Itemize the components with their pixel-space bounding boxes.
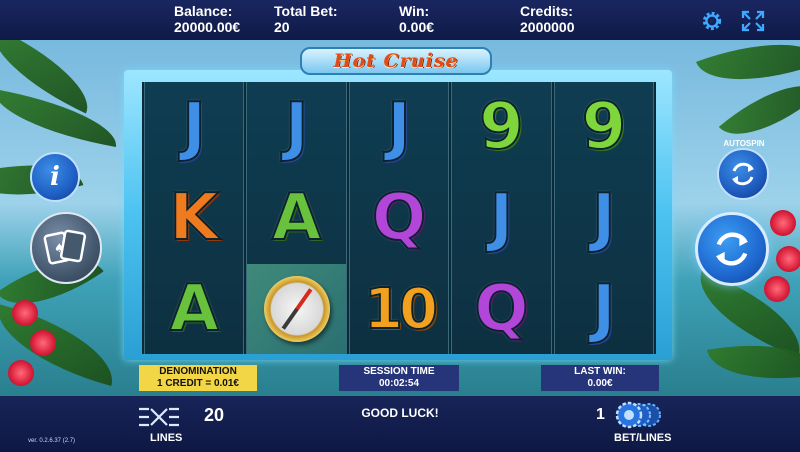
last-win-value: 0.00€ — [587, 378, 613, 389]
info-icon: i — [50, 162, 60, 192]
reel-symbol: Q — [371, 180, 427, 256]
reel-4: 9 J Q — [451, 82, 552, 354]
bet-lines-label: BET/LINES — [614, 432, 672, 444]
lines-label: LINES — [150, 432, 183, 444]
autospin-button[interactable] — [717, 148, 769, 200]
status-message: GOOD LUCK! — [361, 406, 439, 420]
reel-3: J Q 10 — [348, 82, 450, 354]
reel-symbol: J — [181, 89, 207, 165]
total-bet-stat: Total Bet: 20 — [274, 3, 338, 35]
reel-symbol: K — [168, 180, 220, 256]
game-logo: Hot Cruise — [300, 47, 492, 75]
balance-label: Balance: — [174, 3, 233, 19]
reel-2: J A — [246, 82, 347, 354]
lines-value: 20 — [204, 405, 225, 425]
credits-label: Credits: — [520, 3, 573, 19]
chips-icon[interactable] — [615, 401, 663, 429]
compass-symbol — [247, 264, 346, 354]
svg-text:♠: ♠ — [54, 241, 65, 255]
reel-symbol: J — [489, 180, 515, 256]
cards-icon: ♠ — [43, 229, 87, 265]
autospin-icon — [732, 162, 754, 186]
reel-symbol: A — [168, 271, 220, 347]
reel-symbol: 9 — [478, 89, 525, 165]
win-value: 0.00€ — [399, 19, 435, 35]
version-text: ver. 0.2.6.37 (2.7) — [28, 438, 76, 444]
spin-icon — [715, 232, 749, 266]
autospin-label: AUTOSPIN — [723, 139, 765, 148]
last-win-box: LAST WIN: 0.00€ — [541, 365, 659, 391]
win-stat: Win: 0.00€ — [399, 3, 434, 35]
win-label: Win: — [399, 3, 430, 19]
credits-stat: Credits: 2000000 — [520, 3, 575, 35]
bet-value: 1 — [596, 406, 605, 423]
reel-1: J K A — [144, 82, 245, 354]
balance-stat: Balance: 20000.00€ — [174, 3, 240, 35]
denomination-box[interactable]: DENOMINATION 1 CREDIT = 0.01€ — [139, 365, 257, 391]
spin-button[interactable] — [695, 212, 769, 286]
slot-reels: J K A J A J Q 10 9 J Q 9 J J — [142, 82, 656, 354]
lines-icon[interactable] — [137, 405, 193, 429]
last-win-label: LAST WIN: — [574, 366, 626, 377]
reel-symbol: J — [591, 271, 617, 347]
info-button[interactable]: i — [30, 152, 80, 202]
gear-icon[interactable] — [701, 10, 723, 32]
total-bet-label: Total Bet: — [274, 3, 338, 19]
credits-value: 2000000 — [520, 19, 575, 35]
reel-symbol: 10 — [363, 276, 439, 343]
compass-icon — [263, 276, 330, 342]
total-bet-value: 20 — [274, 19, 290, 35]
top-status-bar: Balance: 20000.00€ Total Bet: 20 Win: 0.… — [0, 0, 800, 40]
denomination-value: 1 CREDIT = 0.01€ — [157, 378, 239, 389]
reel-symbol: J — [284, 89, 310, 165]
session-time-value: 00:02:54 — [378, 378, 420, 389]
reel-symbol: A — [271, 180, 323, 256]
session-time-label: SESSION TIME — [363, 366, 435, 377]
reel-symbol: J — [591, 180, 617, 256]
reel-symbol: Q — [473, 271, 529, 347]
balance-value: 20000.00€ — [174, 19, 241, 35]
reel-5: 9 J J — [553, 82, 655, 354]
paytable-button[interactable]: ♠ — [30, 212, 102, 284]
reel-symbol: J — [386, 89, 412, 165]
session-time-box: SESSION TIME 00:02:54 — [339, 365, 459, 391]
denomination-label: DENOMINATION — [159, 366, 237, 377]
bottom-control-bar: 20 LINES GOOD LUCK! 1 BET/LINES ver. 0.2… — [0, 396, 800, 452]
reel-symbol: 9 — [581, 89, 628, 165]
fullscreen-icon[interactable] — [741, 10, 765, 32]
